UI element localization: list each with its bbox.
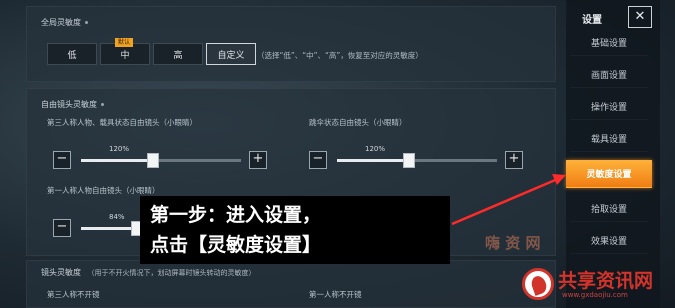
decrease-button[interactable]: − (53, 219, 71, 237)
sidebar-item-pickup[interactable]: 拾取设置 (570, 196, 648, 222)
sidebar-item-sensitivity[interactable]: 灵敏度设置 (566, 160, 652, 188)
third-person-slider: − 120% + (53, 145, 273, 171)
camera-sensitivity-title: 镜头灵敏度 （用于不开火情况下，划动屏幕时镜头转动的灵敏度） (41, 268, 256, 277)
sidebar-item-controls[interactable]: 操作设置 (570, 94, 648, 120)
decrease-button[interactable]: − (53, 151, 71, 169)
slider-value: 120% (109, 145, 130, 153)
annotation-line-1: 第一步：进入设置， (150, 204, 322, 226)
watermark-logo-icon (522, 268, 554, 300)
slider-thumb[interactable] (147, 153, 159, 168)
info-dot-icon (101, 103, 104, 106)
default-badge: 默认 (115, 38, 134, 47)
close-button[interactable]: ✕ (628, 6, 652, 28)
global-sensitivity-title: 全局灵敏度 (41, 17, 88, 28)
slider-thumb[interactable] (403, 153, 415, 168)
sidebar-item-basic[interactable]: 基础设置 (570, 30, 648, 56)
increase-button[interactable]: + (249, 151, 267, 169)
info-dot-icon (85, 21, 88, 24)
sidebar-item-effects[interactable]: 效果设置 (570, 228, 648, 254)
preset-custom-button[interactable]: 自定义 (206, 43, 256, 65)
preset-medium-button[interactable]: 默认 中 (100, 38, 150, 65)
watermark-url: www.gxdaojiu.com (562, 291, 628, 299)
parachute-free-camera-label: 跳伞状态自由镜头（小眼睛） (309, 118, 407, 127)
preset-high-button[interactable]: 高 (153, 43, 203, 65)
faded-watermark: 嗨 资 网 (485, 234, 541, 252)
parachute-slider: − 120% + (309, 145, 529, 171)
camera-sensitivity-subtitle: （用于不开火情况下，划动屏幕时镜头转动的灵敏度） (87, 269, 256, 277)
decrease-button[interactable]: − (309, 151, 327, 169)
sidebar-header: 设置 ✕ (566, 6, 660, 30)
preset-low-button[interactable]: 低 (47, 43, 97, 65)
watermark-name: 共享资讯网 (558, 270, 654, 292)
first-person-free-camera-label: 第一人称人物自由镜头（小眼睛） (47, 186, 160, 195)
slider-track[interactable]: 120% (81, 145, 241, 168)
camera-sensitivity-card: 镜头灵敏度 （用于不开火情况下，划动屏幕时镜头转动的灵敏度） 第三人称不开镜 第… (26, 260, 556, 308)
close-icon: ✕ (634, 9, 646, 24)
tutorial-annotation: 第一步：进入设置， 点击【灵敏度设置】 (140, 196, 450, 264)
slider-track[interactable]: 120% (337, 145, 497, 168)
slider-fill (81, 227, 137, 230)
first-person-no-scope-label: 第一人称不开镜 (309, 290, 362, 299)
third-person-no-scope-label: 第三人称不开镜 (47, 290, 100, 299)
sidebar-item-vehicle[interactable]: 载具设置 (570, 126, 648, 152)
sidebar-title: 设置 (582, 15, 602, 26)
annotation-line-2: 点击【灵敏度设置】 (150, 234, 322, 256)
sidebar-item-graphics[interactable]: 画面设置 (570, 62, 648, 88)
slider-value: 84% (109, 213, 125, 221)
settings-sidebar: 设置 ✕ 基础设置 画面设置 操作设置 载具设置 灵敏度设置 拾取设置 效果设置 (566, 0, 660, 308)
third-person-free-camera-label: 第三人称人物、载具状态自由镜头（小眼睛） (47, 118, 197, 127)
slider-fill (337, 159, 409, 162)
slider-fill (81, 159, 153, 162)
free-camera-title: 自由镜头灵敏度 (41, 99, 104, 110)
increase-button[interactable]: + (505, 151, 523, 169)
sensitivity-preset-selector: 低 默认 中 高 自定义 (47, 38, 259, 65)
global-sensitivity-card: 全局灵敏度 低 默认 中 高 自定义 （选择“低”、“中”、“高”，恢复至对应的… (26, 6, 556, 82)
preset-hint: （选择“低”、“中”、“高”，恢复至对应的灵敏度） (257, 51, 423, 60)
slider-value: 120% (365, 145, 386, 153)
